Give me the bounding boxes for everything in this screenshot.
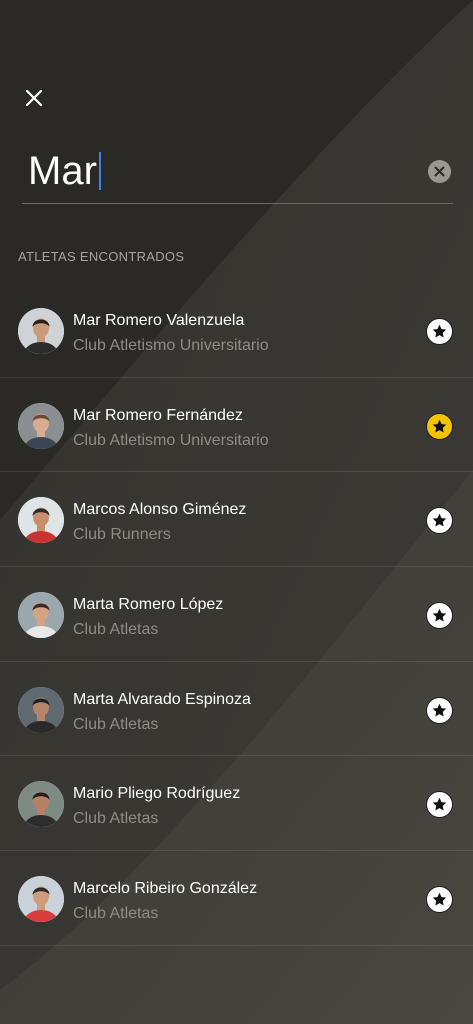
favorite-star-button[interactable] [426,602,453,630]
athlete-name: Mar Romero Fernández [73,406,243,424]
athlete-club: Club Atletas [73,905,159,923]
favorite-star-button[interactable] [426,791,453,819]
avatar [18,308,64,354]
athlete-row[interactable]: Marta Romero López Club Atletas [0,567,473,662]
athlete-club: Club Atletismo Universitario [73,431,269,449]
athlete-name: Marta Romero López [73,596,224,614]
favorite-star-button[interactable] [426,507,453,535]
athlete-name: Marta Alvarado Espinoza [73,690,251,708]
close-button[interactable] [22,86,46,110]
athlete-name: Marcelo Ribeiro González [73,880,258,898]
athlete-row[interactable]: Mar Romero Fernández Club Atletismo Univ… [0,378,473,473]
star-icon [432,798,447,811]
favorite-star-button[interactable] [426,412,453,440]
athlete-name: Marcos Alonso Giménez [73,501,247,519]
athlete-row[interactable]: Marcos Alonso Giménez Club Runners [0,472,473,568]
athlete-name: Mario Pliego Rodríguez [73,785,241,803]
star-icon [432,892,447,906]
close-icon [25,89,43,107]
athlete-row[interactable]: Marcelo Ribeiro González Club Atletas [0,851,473,946]
text-caret [98,152,101,190]
search-input[interactable] [28,146,408,196]
search-bar [22,140,453,204]
athlete-club: Club Runners [73,526,171,544]
clear-circle-icon [434,166,445,177]
athlete-row[interactable]: Mario Pliego Rodríguez Club Atletas [0,756,473,852]
star-icon [432,324,447,338]
avatar [18,592,64,639]
search-screen: ATLETAS ENCONTRADOS Mar Romero Valenzuel… [0,0,473,1024]
favorite-star-button[interactable] [426,318,453,345]
athlete-name: Mar Romero Valenzuela [73,312,245,329]
avatar [18,781,64,828]
athlete-club: Club Atletas [73,810,159,828]
favorite-star-button[interactable] [426,696,453,724]
athlete-club: Club Atletismo Universitario [73,337,269,354]
clear-search-button[interactable] [428,160,451,183]
athlete-club: Club Atletas [73,621,159,639]
favorite-star-button[interactable] [426,886,453,914]
athlete-list: Mar Romero Valenzuela Club Atletismo Uni… [0,283,473,946]
avatar [18,876,64,923]
avatar [18,686,64,733]
star-icon [432,703,447,717]
athlete-row[interactable]: Marta Alvarado Espinoza Club Atletas [0,662,473,757]
athlete-club: Club Atletas [73,715,159,733]
star-icon [432,608,447,622]
avatar [18,497,64,544]
athlete-row[interactable]: Mar Romero Valenzuela Club Atletismo Uni… [0,283,473,378]
avatar [18,402,64,449]
star-icon [432,514,447,527]
section-label: ATLETAS ENCONTRADOS [18,249,185,264]
star-icon [432,419,447,433]
